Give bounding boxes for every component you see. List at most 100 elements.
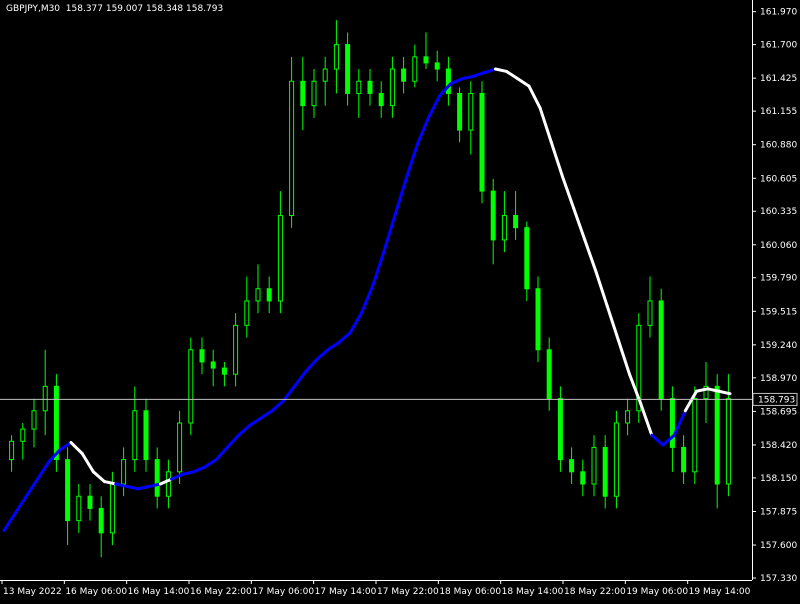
candle-body — [569, 459, 575, 473]
candle-body — [42, 385, 48, 412]
candle-body — [221, 367, 227, 375]
candle-body — [199, 349, 205, 363]
candle-body — [255, 288, 261, 302]
x-tick-label: 18 May 06:00 — [439, 587, 501, 597]
y-tick-label: 160.335 — [760, 207, 797, 217]
candle-body — [154, 459, 160, 497]
y-tick-label: 159.515 — [760, 307, 797, 317]
x-tick-label: 16 May 06:00 — [65, 587, 127, 597]
candle-body — [557, 398, 563, 461]
candle-body — [669, 398, 675, 448]
candle-body — [65, 459, 71, 522]
candle-body — [300, 80, 306, 107]
y-tick-label: 157.875 — [760, 507, 797, 517]
y-tick-label: 160.060 — [760, 241, 797, 251]
candle-body — [468, 92, 474, 131]
y-tick-label: 158.420 — [760, 441, 797, 451]
candle-body — [143, 410, 149, 461]
candle-body — [266, 288, 272, 302]
candle-body — [647, 300, 653, 326]
candle-body — [289, 80, 295, 216]
candle-body — [613, 422, 619, 497]
candle-body — [490, 190, 496, 241]
candle-body — [423, 56, 429, 64]
chart-area[interactable]: 161.970 161.700 161.425 161.155 160.880 160.6… — [0, 0, 800, 600]
y-tick-label: 161.700 — [760, 41, 797, 51]
candle-body — [602, 446, 608, 497]
candle-body — [681, 446, 687, 473]
candle-body — [121, 459, 127, 485]
candle-body — [177, 422, 183, 473]
candle-body — [76, 495, 82, 522]
candle-body — [20, 428, 26, 442]
x-tick-label: 13 May 2022 — [3, 587, 62, 597]
y-tick-label: 160.605 — [760, 174, 797, 184]
candle-body — [188, 349, 194, 424]
candle-body — [535, 288, 541, 351]
candle-body — [714, 385, 720, 485]
candle-body — [233, 324, 239, 375]
x-tick-label: 17 May 14:00 — [315, 587, 377, 597]
y-tick-label: 158.695 — [760, 407, 797, 417]
candle-body — [9, 440, 15, 461]
candle-body — [389, 68, 395, 107]
candle-body — [109, 483, 115, 534]
candle — [479, 81, 485, 204]
y-tick-label: 161.425 — [760, 74, 797, 84]
y-tick-label: 158.150 — [760, 474, 797, 484]
candle-body — [333, 44, 339, 70]
candle-body — [591, 446, 597, 485]
candle-body — [479, 92, 485, 192]
candle — [613, 410, 619, 509]
candle-body — [87, 495, 93, 509]
y-tick-label: 159.240 — [760, 341, 797, 351]
candle-body — [658, 300, 664, 400]
y-tick-label: 161.970 — [760, 8, 797, 18]
x-tick-label: 19 May 14:00 — [689, 587, 751, 597]
candle-body — [53, 385, 59, 461]
candle — [289, 56, 295, 228]
x-tick-label: 18 May 22:00 — [564, 587, 626, 597]
candle-body — [457, 92, 463, 131]
y-tick-label: 157.600 — [760, 541, 797, 551]
candle-body — [277, 214, 283, 302]
candle-body — [501, 214, 507, 241]
x-tick-label: 19 May 06:00 — [626, 587, 688, 597]
candle-body — [412, 56, 418, 82]
candle-body — [513, 214, 519, 229]
candle-body — [625, 410, 631, 424]
candle — [692, 386, 698, 485]
candle-body — [725, 398, 731, 485]
candle-body — [524, 227, 530, 290]
x-tick-label: 17 May 22:00 — [377, 587, 439, 597]
current-price-label: 158.793 — [758, 395, 795, 405]
chart-background — [0, 0, 800, 600]
candle-body — [580, 471, 586, 485]
y-tick-label: 160.880 — [760, 141, 797, 151]
y-tick-label: 159.790 — [760, 274, 797, 284]
symbol-timeframe: GBPJPY,M30 — [6, 4, 61, 14]
candle-body — [356, 80, 362, 94]
x-tick-label: 17 May 06:00 — [252, 587, 314, 597]
candle-body — [311, 80, 317, 107]
candle-body — [546, 349, 552, 400]
chart-header: GBPJPY,M30 158.377 159.007 158.348 158.7… — [6, 4, 223, 14]
candle-body — [692, 398, 698, 473]
candle — [188, 337, 194, 436]
x-tick-label: 16 May 22:00 — [190, 587, 252, 597]
y-tick-label: 157.330 — [760, 574, 797, 584]
candle — [658, 288, 664, 411]
y-tick-label: 161.155 — [760, 107, 797, 117]
x-tick-label: 16 May 14:00 — [128, 587, 190, 597]
candle-body — [367, 80, 373, 94]
candle — [524, 221, 530, 301]
y-tick-label: 158.970 — [760, 374, 797, 384]
candle-body — [345, 44, 351, 94]
candle-body — [322, 68, 328, 82]
candle — [535, 276, 541, 362]
candle-body — [378, 92, 384, 107]
candle-body — [434, 62, 440, 70]
price-chart-svg[interactable]: 161.970 161.700 161.425 161.155 160.880 160.6… — [0, 0, 800, 600]
candle-body — [31, 410, 37, 430]
ohlc-values: 158.377 159.007 158.348 158.793 — [65, 4, 224, 14]
